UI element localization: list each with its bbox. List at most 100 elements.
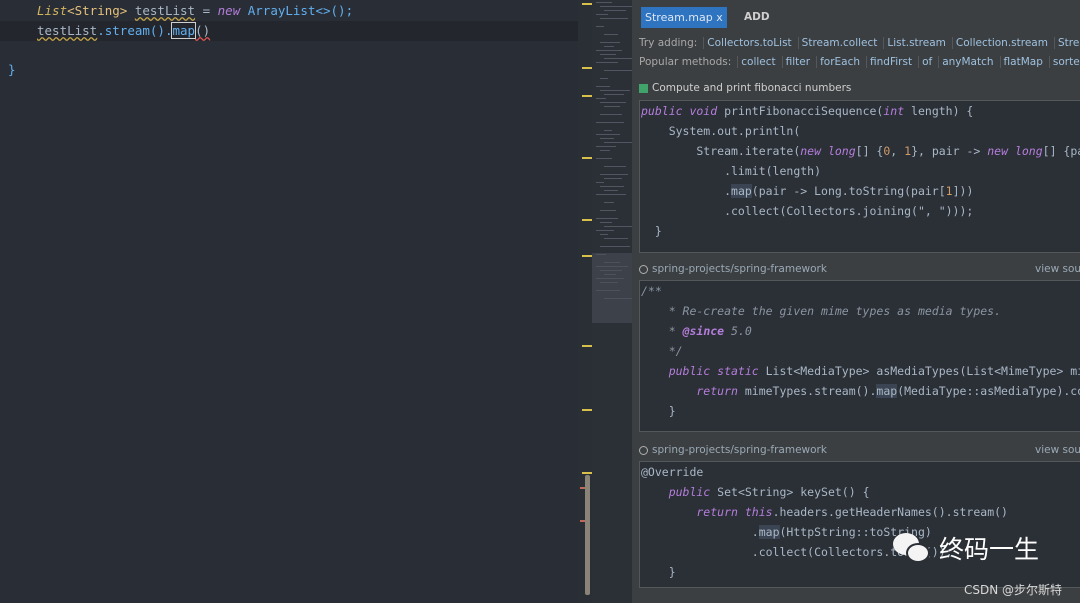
code-token: . bbox=[641, 184, 732, 198]
minimap-line bbox=[604, 202, 614, 203]
error-stripe-marker[interactable] bbox=[582, 67, 592, 69]
minimap-line bbox=[596, 158, 612, 159]
minimap-line bbox=[600, 90, 630, 91]
code-line: public static List<MediaType> asMediaTyp… bbox=[641, 361, 1080, 381]
error-stripe-marker[interactable] bbox=[582, 157, 592, 159]
minimap-line bbox=[600, 18, 628, 19]
source-repo[interactable]: spring-projects/spring-framework bbox=[652, 263, 827, 275]
minimap-line bbox=[604, 166, 626, 167]
minimap-line bbox=[600, 246, 630, 247]
source-link[interactable]: spring-projects/spring-framework bbox=[639, 263, 827, 275]
code-token: [] {pair[1], pair[0] + pair[1]}) bbox=[1042, 144, 1080, 158]
example-title: Compute and print fibonacci numbers bbox=[639, 82, 851, 94]
code-token: (pair -> Long.toString(pair[ bbox=[751, 184, 946, 198]
minimap-line bbox=[596, 230, 614, 231]
code-token: } bbox=[641, 404, 676, 418]
source-link[interactable]: spring-projects/spring-framework bbox=[639, 444, 827, 456]
minimap-line bbox=[600, 78, 608, 79]
code-token: . bbox=[751, 525, 759, 539]
code-token: * Re-create the given mime types as medi… bbox=[641, 304, 1002, 318]
popular-method-option[interactable]: of bbox=[918, 56, 938, 68]
code-token: .headers.getHeaderNames().stream() bbox=[772, 505, 1008, 519]
minimap-line bbox=[600, 186, 624, 187]
code-token: /** bbox=[641, 284, 662, 298]
error-stripe-marker[interactable] bbox=[582, 219, 592, 221]
try-adding-option[interactable]: List.stream bbox=[883, 37, 952, 49]
popular-method-option[interactable]: collect bbox=[737, 56, 781, 68]
code-token: testList bbox=[134, 3, 196, 18]
minimap-line bbox=[604, 226, 632, 227]
minimap-line bbox=[604, 142, 634, 143]
minimap-line bbox=[596, 50, 622, 51]
code-line: List<String> testList = new ArrayList<>(… bbox=[37, 1, 353, 21]
code-line: public Set<String> keySet() { bbox=[641, 482, 870, 502]
popular-method-option[interactable]: flatMap bbox=[999, 56, 1049, 68]
code-editor[interactable]: List<String> testList = new ArrayList<>(… bbox=[0, 0, 592, 603]
minimap-viewport[interactable] bbox=[592, 253, 632, 323]
minimap-line bbox=[604, 130, 612, 131]
try-adding-option[interactable]: Stream.filter bbox=[1053, 37, 1080, 49]
code-token: testList bbox=[37, 23, 98, 38]
popular-method-option[interactable]: findFirst bbox=[866, 56, 918, 68]
code-line: System.out.println( bbox=[641, 121, 801, 141]
code-token: * bbox=[641, 324, 683, 338]
error-stripe-marker[interactable] bbox=[582, 95, 592, 97]
query-chip-stream-map[interactable]: Stream.map x bbox=[641, 7, 727, 28]
code-token: public bbox=[641, 485, 718, 499]
error-stripe-marker[interactable] bbox=[582, 345, 592, 347]
minimap-line bbox=[596, 218, 618, 219]
code-token: public static bbox=[641, 364, 766, 378]
code-line: .map(pair -> Long.toString(pair[1])) bbox=[641, 181, 973, 201]
try-adding-option[interactable]: Collectors.toList bbox=[703, 37, 797, 49]
code-token: , bbox=[890, 144, 905, 158]
code-token: new long bbox=[800, 144, 856, 158]
view-source-link[interactable]: view source bbox=[1035, 444, 1080, 456]
scrollbar[interactable] bbox=[585, 475, 590, 595]
minimap-line bbox=[596, 146, 616, 147]
minimap-line bbox=[596, 122, 624, 123]
terminal-icon bbox=[639, 83, 648, 93]
code-line: /** bbox=[641, 281, 662, 301]
code-token: List bbox=[37, 3, 68, 18]
popular-method-option[interactable]: forEach bbox=[816, 56, 866, 68]
code-example-block: @Override public Set<String> keySet() { … bbox=[639, 461, 1080, 588]
watermark-text: 终码一生 bbox=[939, 535, 1040, 564]
minimap-line bbox=[596, 86, 610, 87]
code-token: map bbox=[171, 22, 197, 39]
error-stripe-marker[interactable] bbox=[582, 409, 592, 411]
try-adding-option[interactable]: Collection.stream bbox=[951, 37, 1054, 49]
add-button[interactable]: ADD bbox=[744, 11, 770, 23]
csdn-credit: CSDN @步尔斯特 bbox=[964, 583, 1063, 597]
code-token: System.out.println( bbox=[641, 124, 801, 138]
code-token: @Override bbox=[641, 465, 704, 479]
error-stripe-marker[interactable] bbox=[582, 472, 592, 474]
error-stripe-marker[interactable] bbox=[582, 3, 592, 5]
github-icon bbox=[639, 445, 648, 455]
minimap-line bbox=[600, 234, 608, 235]
try-adding-option[interactable]: Stream.collect bbox=[797, 37, 884, 49]
popular-method-option[interactable]: filter bbox=[781, 56, 816, 68]
minimap-line bbox=[604, 10, 626, 11]
code-line: .map(HttpString::toString) bbox=[641, 522, 932, 542]
code-token: .stream(). bbox=[97, 23, 173, 38]
source-repo[interactable]: spring-projects/spring-framework bbox=[652, 444, 827, 456]
popular-method-option[interactable]: anyMatch bbox=[938, 56, 999, 68]
code-token: 5.0 bbox=[724, 324, 752, 338]
code-line: .collect(Collectors.joining(", "))); bbox=[641, 201, 973, 221]
code-token: map bbox=[731, 184, 752, 198]
code-token: } bbox=[641, 565, 676, 579]
minimap-line bbox=[604, 94, 624, 95]
minimap-line bbox=[600, 138, 614, 139]
popular-method-option[interactable]: sorted bbox=[1048, 56, 1080, 68]
view-source-link[interactable]: view source bbox=[1035, 263, 1080, 275]
minimap-line bbox=[596, 98, 606, 99]
code-token: } bbox=[641, 224, 662, 238]
error-stripe-marker[interactable] bbox=[582, 255, 592, 257]
minimap-line bbox=[596, 134, 620, 135]
code-token: new long bbox=[987, 144, 1043, 158]
code-line: } bbox=[641, 562, 676, 582]
code-line: public void printFibonacciSequence(int l… bbox=[641, 101, 973, 121]
code-line: .limit(length) bbox=[641, 161, 821, 181]
minimap-line bbox=[596, 194, 626, 195]
code-line: */ bbox=[641, 341, 683, 361]
